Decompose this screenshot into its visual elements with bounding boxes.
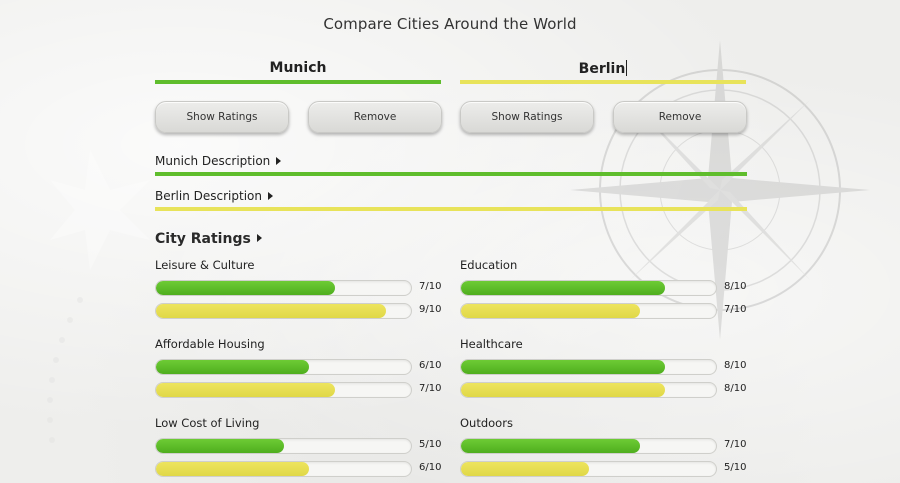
rating-score-berlin: 7/10 bbox=[419, 383, 442, 394]
rating-fill-berlin bbox=[156, 383, 335, 397]
rating-outdoors: Outdoors 7/10 5/10 bbox=[460, 416, 760, 483]
rating-score-berlin: 5/10 bbox=[724, 462, 747, 473]
text-caret bbox=[626, 60, 628, 76]
rating-bar-berlin bbox=[155, 461, 412, 477]
rating-category-name: Outdoors bbox=[460, 416, 513, 430]
city-ratings-toggle[interactable]: City Ratings bbox=[155, 231, 262, 247]
rating-bar-berlin bbox=[155, 303, 412, 319]
rating-leisure-culture: Leisure & Culture 7/10 9/10 bbox=[155, 258, 455, 328]
rating-score-munich: 8/10 bbox=[724, 281, 747, 292]
rating-score-berlin: 6/10 bbox=[419, 462, 442, 473]
rating-education: Education 8/10 7/10 bbox=[460, 258, 760, 328]
rating-fill-berlin bbox=[156, 462, 309, 476]
caret-right-icon bbox=[267, 192, 273, 200]
rating-category-name: Affordable Housing bbox=[155, 337, 265, 351]
berlin-description-toggle[interactable]: Berlin Description bbox=[155, 189, 747, 211]
rating-score-munich: 6/10 bbox=[419, 360, 442, 371]
berlin-description-label: Berlin Description bbox=[155, 189, 262, 203]
page-title: Compare Cities Around the World bbox=[323, 15, 577, 33]
rating-bar-munich bbox=[155, 438, 412, 454]
rating-bar-berlin bbox=[155, 382, 412, 398]
caret-right-icon bbox=[276, 157, 282, 165]
rating-low-cost-of-living: Low Cost of Living 5/10 6/10 bbox=[155, 416, 455, 483]
munich-description-label: Munich Description bbox=[155, 154, 271, 168]
rating-healthcare: Healthcare 8/10 8/10 bbox=[460, 337, 760, 407]
rating-score-berlin: 7/10 bbox=[724, 304, 747, 315]
city-input-berlin[interactable]: Berlin bbox=[460, 58, 746, 84]
rating-bar-munich bbox=[460, 359, 717, 375]
city-name-berlin: Berlin bbox=[578, 61, 626, 77]
rating-score-munich: 7/10 bbox=[419, 281, 442, 292]
rating-bar-munich bbox=[460, 438, 717, 454]
rating-category-name: Healthcare bbox=[460, 337, 523, 351]
rating-fill-munich bbox=[461, 281, 665, 295]
city-name-munich: Munich bbox=[269, 60, 327, 76]
remove-button-munich[interactable]: Remove bbox=[308, 101, 442, 133]
rating-fill-munich bbox=[461, 439, 640, 453]
caret-right-icon bbox=[256, 234, 262, 242]
rating-bar-munich bbox=[155, 280, 412, 296]
rating-fill-munich bbox=[156, 360, 309, 374]
rating-fill-munich bbox=[156, 281, 335, 295]
rating-affordable-housing: Affordable Housing 6/10 7/10 bbox=[155, 337, 455, 407]
rating-fill-berlin bbox=[156, 304, 386, 318]
show-ratings-button-berlin[interactable]: Show Ratings bbox=[460, 101, 594, 133]
rating-score-berlin: 8/10 bbox=[724, 383, 747, 394]
rating-fill-munich bbox=[156, 439, 284, 453]
rating-bar-berlin bbox=[460, 461, 717, 477]
rating-fill-berlin bbox=[461, 462, 589, 476]
rating-category-name: Leisure & Culture bbox=[155, 258, 255, 272]
rating-bar-berlin bbox=[460, 303, 717, 319]
city-input-munich[interactable]: Munich bbox=[155, 58, 441, 84]
rating-fill-berlin bbox=[461, 304, 640, 318]
berlin-divider bbox=[155, 207, 747, 211]
munich-divider bbox=[155, 172, 747, 176]
rating-fill-berlin bbox=[461, 383, 665, 397]
remove-button-berlin[interactable]: Remove bbox=[613, 101, 747, 133]
rating-bar-berlin bbox=[460, 382, 717, 398]
rating-category-name: Education bbox=[460, 258, 518, 272]
city-ratings-title: City Ratings bbox=[155, 231, 251, 247]
rating-category-name: Low Cost of Living bbox=[155, 416, 260, 430]
rating-bar-munich bbox=[460, 280, 717, 296]
rating-score-munich: 8/10 bbox=[724, 360, 747, 371]
rating-score-munich: 5/10 bbox=[419, 439, 442, 450]
show-ratings-button-munich[interactable]: Show Ratings bbox=[155, 101, 289, 133]
munich-description-toggle[interactable]: Munich Description bbox=[155, 154, 747, 176]
rating-bar-munich bbox=[155, 359, 412, 375]
rating-fill-munich bbox=[461, 360, 665, 374]
rating-score-berlin: 9/10 bbox=[419, 304, 442, 315]
rating-score-munich: 7/10 bbox=[724, 439, 747, 450]
